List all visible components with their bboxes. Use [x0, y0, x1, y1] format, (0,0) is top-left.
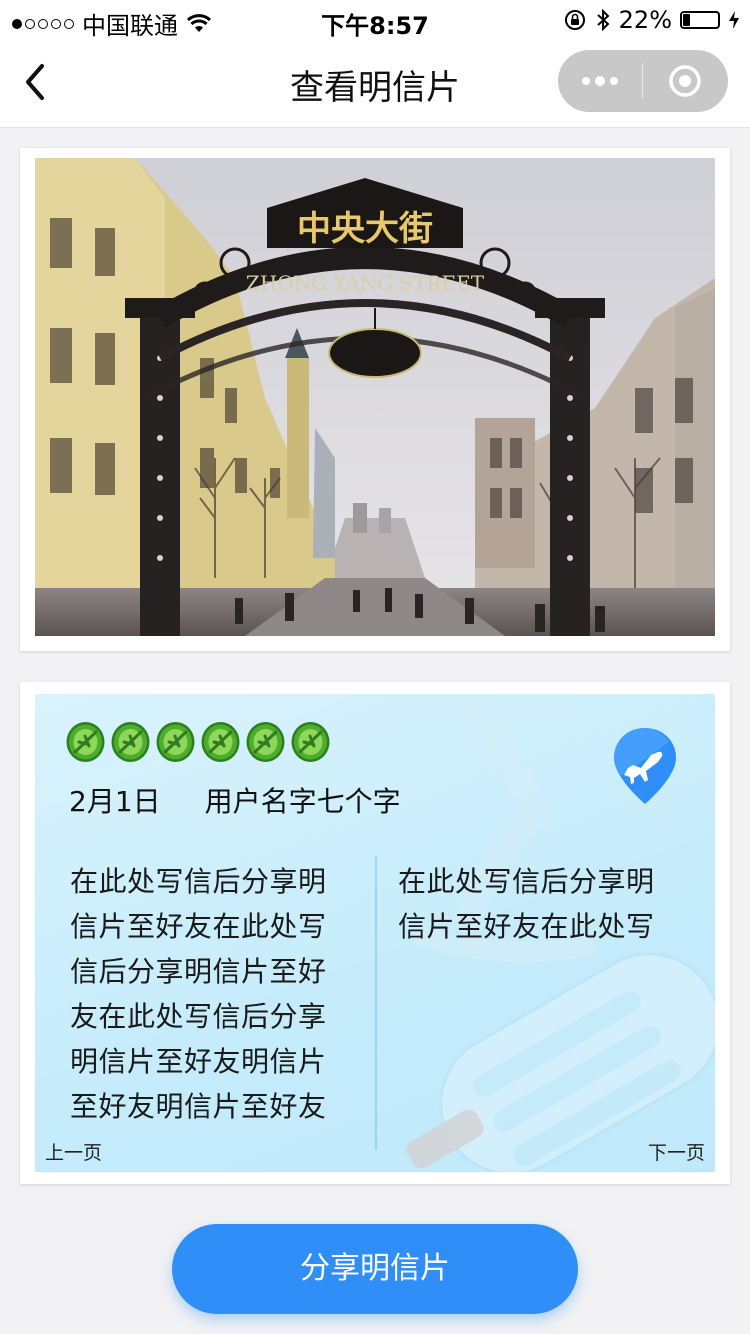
postcard-back: 2月1日 用户名字七个字 在此处写信后分享明 信片至好友在此处写 信后分享明信片… — [35, 694, 715, 1172]
message-left-column: 在此处写信后分享明 信片至好友在此处写 信后分享明信片至好 友在此处写信后分享 … — [70, 859, 360, 1129]
message-line: 友在此处写信后分享 — [70, 1000, 327, 1033]
charging-icon — [729, 11, 739, 29]
close-circle-icon — [669, 65, 701, 97]
battery-icon — [680, 11, 720, 29]
message-line: 在此处写信后分享明 — [70, 865, 327, 898]
message-right-column: 在此处写信后分享明 信片至好友在此处写 — [398, 859, 688, 949]
status-bar: 中国联通 下午8:57 22% — [0, 0, 750, 40]
status-right: 22% — [563, 6, 740, 34]
photo-card: 中央大街 ZHONG YANG STREET — [20, 148, 730, 651]
postcard-photo: 中央大街 ZHONG YANG STREET — [35, 158, 715, 636]
message-line: 在此处写信后分享明 — [398, 865, 655, 898]
leaf-stamp-icon — [156, 722, 195, 762]
next-page-link[interactable]: 下一页 — [648, 1138, 705, 1165]
leaf-stamp-icon — [246, 722, 285, 762]
postcard-header: 2月1日 用户名字七个字 — [69, 780, 401, 820]
postcard-user-name: 用户名字七个字 — [204, 785, 401, 818]
message-line: 信片至好友在此处写 — [70, 910, 327, 943]
more-dot-icon — [595, 76, 605, 86]
leaf-stamp-icon — [66, 722, 105, 762]
stamp-row — [65, 720, 331, 764]
more-dot-icon — [610, 77, 618, 85]
postcard-date: 2月1日 — [69, 785, 161, 818]
leaf-stamp-icon — [201, 722, 240, 762]
message-line: 信片至好友在此处写 — [398, 910, 655, 943]
nav-bar: 查看明信片 — [0, 40, 750, 128]
message-card: 2月1日 用户名字七个字 在此处写信后分享明 信片至好友在此处写 信后分享明信片… — [20, 682, 730, 1184]
leaf-stamp-icon — [291, 722, 330, 762]
airplane-location-icon[interactable] — [611, 724, 679, 808]
arch-sign-text: 中央大街 — [297, 209, 433, 249]
share-postcard-button[interactable]: 分享明信片 — [172, 1224, 578, 1314]
leaf-stamp-icon — [111, 722, 150, 762]
close-button[interactable] — [643, 50, 727, 112]
arch-sign-subtext: ZHONG YANG STREET — [246, 271, 485, 295]
bluetooth-icon — [596, 8, 610, 32]
more-dot-icon — [582, 77, 590, 85]
rotation-lock-icon — [564, 10, 585, 30]
street-arch-image: 中央大街 ZHONG YANG STREET — [35, 158, 715, 636]
column-divider — [375, 856, 377, 1150]
mini-program-capsule — [558, 50, 728, 112]
message-line: 明信片至好友明信片 — [70, 1045, 327, 1078]
previous-page-link[interactable]: 上一页 — [45, 1138, 102, 1165]
message-line: 信后分享明信片至好 — [70, 955, 327, 988]
message-line: 至好友明信片至好友 — [70, 1090, 327, 1123]
more-button[interactable] — [558, 50, 642, 112]
battery-percent: 22% — [618, 6, 672, 34]
